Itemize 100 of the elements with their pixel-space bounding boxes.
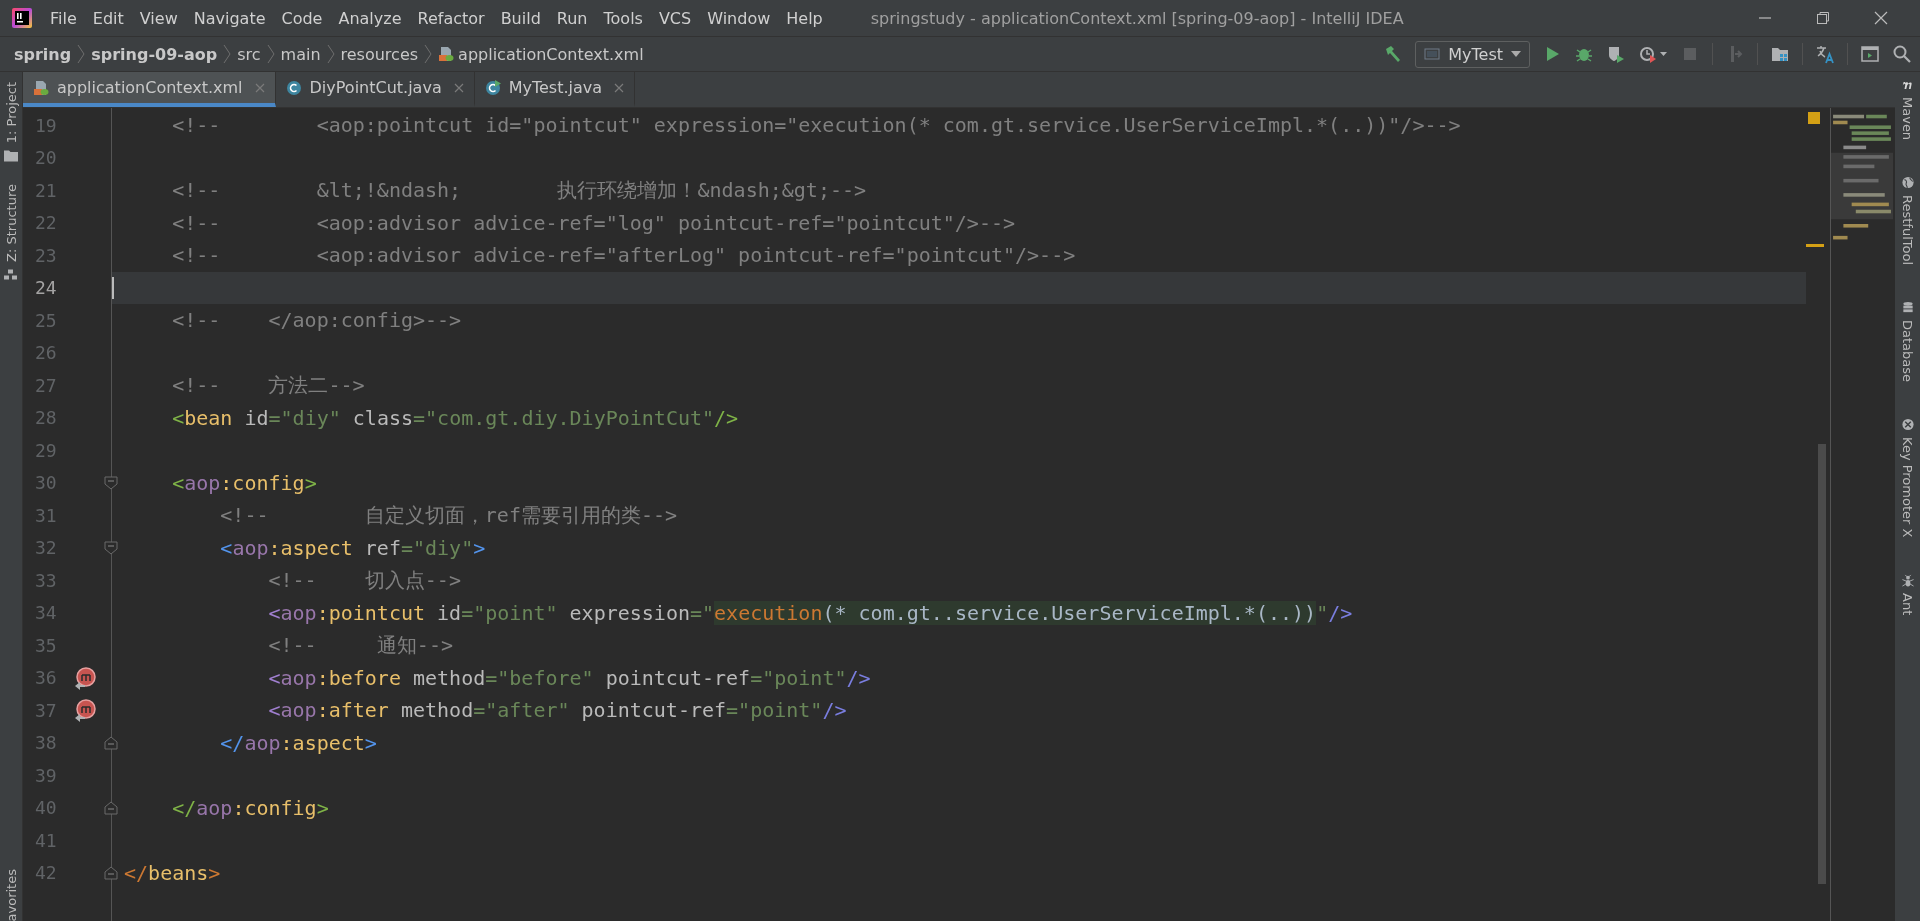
line-number: 35 <box>35 634 58 656</box>
line-number: 36 <box>35 667 58 689</box>
run-configuration-dropdown[interactable]: MyTest <box>1415 40 1530 68</box>
line-number: 28 <box>35 407 58 429</box>
warning-marker[interactable] <box>1808 112 1820 124</box>
line-number: 22 <box>35 212 58 234</box>
caret-icon <box>1511 51 1521 57</box>
breadcrumb-item[interactable]: resources <box>340 44 419 64</box>
breadcrumb-item[interactable]: spring <box>14 44 72 64</box>
override-marker-icon[interactable] <box>73 698 98 723</box>
fold-marker-icon[interactable] <box>104 540 118 555</box>
override-marker-icon[interactable] <box>73 665 98 690</box>
code-line: </aop:config> <box>172 795 329 820</box>
editor-tab[interactable]: applicationContext.xml <box>23 72 276 107</box>
code-line: <!-- <aop:advisor advice-ref="afterLog" pointcut-ref="pointcut"/>--> <box>172 243 1076 268</box>
screen-icon <box>1424 46 1441 62</box>
code-line: <!-- &lt;!&ndash; 执行环绕增加！&ndash;&gt;--> <box>172 176 867 204</box>
line-number: 21 <box>35 179 58 201</box>
scrollbar-thumb[interactable] <box>1818 444 1826 884</box>
menu-item[interactable]: Refactor <box>409 8 493 28</box>
editor-tab[interactable]: MyTest.java <box>474 72 636 107</box>
tool-window-tab[interactable]: Z: Structure <box>3 184 19 263</box>
coverage-icon[interactable] <box>1606 44 1626 64</box>
fold-marker-icon[interactable] <box>104 735 118 750</box>
line-number: 33 <box>35 569 58 591</box>
line-number: 41 <box>35 829 58 851</box>
code-line: <aop:after method="after" pointcut-ref="point"/> <box>268 698 847 723</box>
menu-item[interactable]: Build <box>492 8 549 28</box>
menu-item[interactable]: File <box>42 8 85 28</box>
breadcrumb-item[interactable]: spring-09-aop <box>91 44 218 64</box>
chevron-icon <box>223 44 232 64</box>
run-anything-icon[interactable] <box>1860 44 1880 64</box>
translate-icon[interactable] <box>1815 44 1835 64</box>
tool-window-tab[interactable]: avorites <box>3 868 19 921</box>
code-line: </beans> <box>124 860 221 885</box>
xml-file-icon <box>438 46 455 62</box>
menu-item[interactable]: Analyze <box>330 8 410 28</box>
line-number: 20 <box>35 147 58 169</box>
close-icon[interactable] <box>1874 11 1888 25</box>
code-line: <bean id="diy" class="com.gt.diy.DiyPointCut"/> <box>172 405 739 430</box>
database-icon <box>1900 301 1915 315</box>
line-number: 26 <box>35 342 58 364</box>
line-number: 29 <box>35 439 58 461</box>
profiler-icon[interactable] <box>1638 44 1668 64</box>
line-number: 24 <box>35 277 58 299</box>
chevron-icon <box>77 44 86 64</box>
breadcrumb-item[interactable]: main <box>280 44 321 64</box>
menu-item[interactable]: Help <box>778 8 831 28</box>
code-line: <!-- 通知--> <box>268 631 453 659</box>
menu-item[interactable]: Run <box>548 8 596 28</box>
code-line: <aop:pointcut id="point" expression="execution(* com.gt..service.UserServiceImpl.*(..))"/> <box>268 600 1353 625</box>
line-number: 40 <box>35 797 58 819</box>
tool-window-tab[interactable]: Key Promoter X <box>1900 437 1915 538</box>
tool-window-tab[interactable]: Database <box>1900 320 1915 383</box>
code-line: <!-- 自定义切面，ref需要引用的类--> <box>220 501 678 529</box>
menu-item[interactable]: Edit <box>84 8 132 28</box>
code-line: <aop:config> <box>172 470 317 495</box>
fold-marker-icon[interactable] <box>104 865 118 880</box>
line-number: 37 <box>35 699 58 721</box>
tool-window-tab[interactable]: 1: Project <box>3 82 19 144</box>
line-number: 39 <box>35 764 58 786</box>
menu-item[interactable]: View <box>131 8 186 28</box>
runnable-class-icon <box>484 79 501 96</box>
code-line: <aop:before method="before" pointcut-ref="point"/> <box>268 665 871 690</box>
menu-item[interactable]: Navigate <box>185 8 274 28</box>
app-logo-icon <box>12 8 32 28</box>
ant-icon <box>1900 573 1915 587</box>
fold-marker-icon[interactable] <box>104 800 118 815</box>
chevron-icon <box>266 44 275 64</box>
line-number: 38 <box>35 732 58 754</box>
close-icon[interactable] <box>453 82 464 93</box>
tool-window-tab[interactable]: RestfulTool <box>1900 195 1915 266</box>
line-number: 31 <box>35 504 58 526</box>
line-number: 25 <box>35 309 58 331</box>
window-title: springstudy - applicationContext.xml [spring-09-aop] - IntelliJ IDEA <box>870 8 1404 28</box>
menu-item[interactable]: Code <box>273 8 331 28</box>
fold-marker-icon[interactable] <box>104 475 118 490</box>
editor-tab[interactable]: DiyPointCut.java <box>275 72 475 107</box>
line-number: 34 <box>35 602 58 624</box>
breadcrumb-item[interactable]: src <box>237 44 261 64</box>
restore-icon[interactable] <box>1816 11 1830 25</box>
globe-icon <box>1900 176 1915 190</box>
line-number: 27 <box>35 374 58 396</box>
breadcrumb-item[interactable]: applicationContext.xml <box>458 44 644 64</box>
code-line: <!-- <aop:pointcut id="pointcut" expression="execution(* com.gt.service.UserServiceImpl.*(..))"/>--> <box>172 113 1461 138</box>
tool-window-tab[interactable]: Maven <box>1900 97 1915 141</box>
search-icon[interactable] <box>1892 44 1912 64</box>
menu-item[interactable]: Window <box>699 8 779 28</box>
line-number: 23 <box>35 244 58 266</box>
code-line: <!-- 方法二--> <box>172 371 365 399</box>
key-promoter-icon <box>1900 418 1915 432</box>
tool-window-tab[interactable]: Ant <box>1900 592 1915 615</box>
chevron-icon <box>326 44 335 64</box>
close-icon[interactable] <box>614 82 625 93</box>
class-file-icon <box>285 79 302 96</box>
menu-item[interactable]: Tools <box>595 8 651 28</box>
menu-item[interactable]: VCS <box>650 8 700 28</box>
structure-icon <box>4 268 18 282</box>
folder-icon <box>4 149 18 163</box>
line-number: 42 <box>35 862 58 884</box>
